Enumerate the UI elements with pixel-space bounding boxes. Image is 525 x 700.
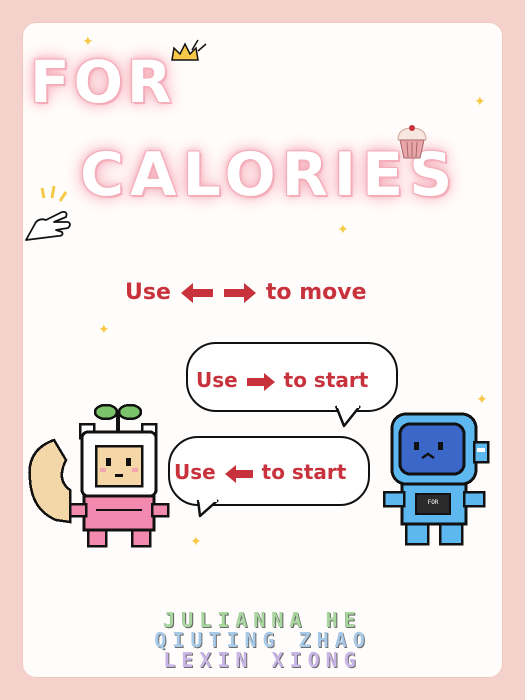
move-prefix: Use xyxy=(125,280,171,305)
pointing-hand-icon xyxy=(25,185,71,241)
start-right-prefix: Use xyxy=(196,368,238,392)
start-left-prefix: Use xyxy=(174,460,216,484)
cupcake-icon xyxy=(397,125,427,159)
sparkle-icon: ✦ xyxy=(474,94,486,110)
sparkle-icon: ✦ xyxy=(476,392,488,408)
credits: JULIANNA HE QIUTING ZHAO LEXIN XIONG xyxy=(0,610,525,670)
sparkle-icon: ✦ xyxy=(82,34,94,50)
sprout-squirrel-character[interactable] xyxy=(26,400,171,550)
credit-name: JULIANNA HE xyxy=(163,608,362,632)
left-arrow-icon xyxy=(180,283,213,303)
move-instruction: Use to move xyxy=(125,280,367,305)
right-arrow-icon xyxy=(246,372,275,391)
blue-astronaut-character[interactable]: FOR xyxy=(378,408,496,554)
bubble-tail xyxy=(196,498,219,518)
credit-name: QIUTING ZHAO xyxy=(154,628,371,652)
left-arrow-icon xyxy=(224,464,253,483)
move-suffix: to move xyxy=(265,280,367,305)
start-left-suffix: to start xyxy=(261,460,347,484)
start-right-suffix: to start xyxy=(283,368,369,392)
credit-name: LEXIN XIONG xyxy=(163,648,362,672)
astronaut-chest-label: FOR xyxy=(428,499,439,506)
sparkle-icon: ✦ xyxy=(98,322,110,338)
sparkle-icon: ✦ xyxy=(337,222,349,238)
sparkle-lines-icon xyxy=(191,39,207,52)
bubble-tail xyxy=(334,404,361,428)
sparkle-icon: ✦ xyxy=(190,534,202,550)
start-right-instruction: Use to start xyxy=(196,368,368,392)
title-line-1: FOR xyxy=(30,48,176,116)
start-left-instruction: Use to start xyxy=(174,460,346,484)
right-arrow-icon xyxy=(224,283,257,303)
